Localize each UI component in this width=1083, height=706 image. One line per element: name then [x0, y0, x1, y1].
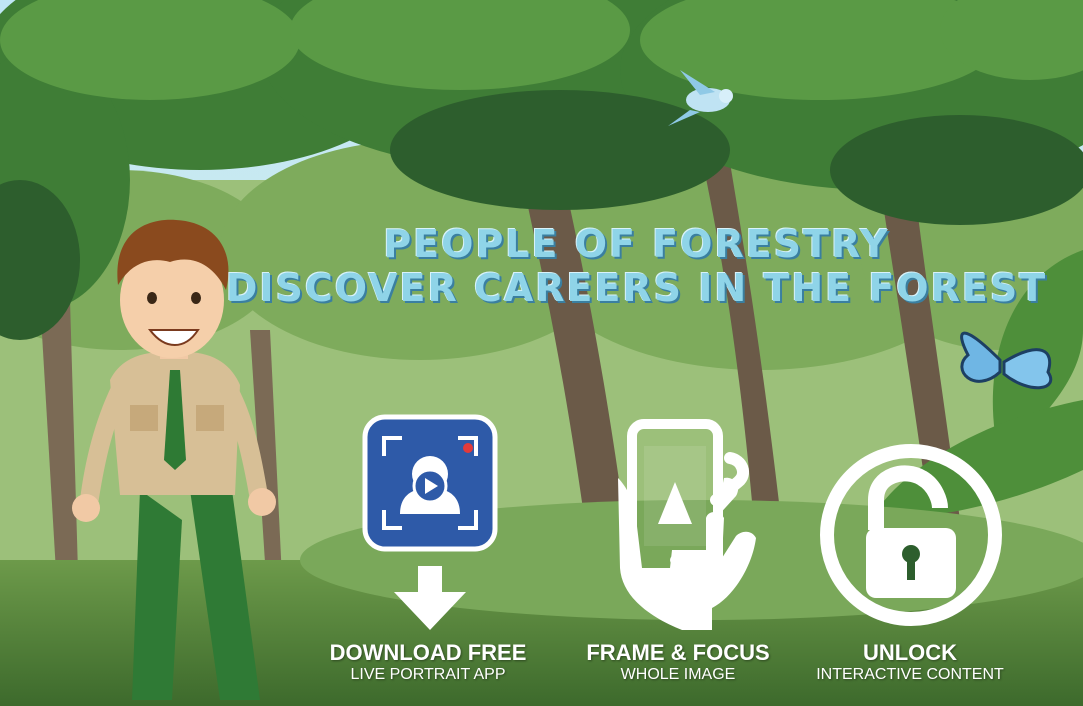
padlock-icon[interactable]: [818, 442, 1004, 628]
step-unlock-sub: INTERACTIVE CONTENT: [816, 666, 1004, 683]
step-download: DOWNLOAD FREE LIVE PORTRAIT APP: [313, 640, 543, 684]
download-arrow-icon: [394, 566, 466, 630]
page-title: PEOPLE OF FORESTRY: [383, 222, 890, 266]
step-frame: FRAME & FOCUS WHOLE IMAGE: [563, 640, 793, 684]
step-unlock-label: UNLOCK: [862, 640, 958, 665]
page-subtitle: DISCOVER CAREERS IN THE FOREST: [225, 266, 1048, 310]
step-download-sub: LIVE PORTRAIT APP: [350, 666, 506, 683]
step-frame-label: FRAME & FOCUS: [586, 640, 770, 665]
app-icon[interactable]: [362, 414, 498, 552]
step-frame-sub: WHOLE IMAGE: [620, 666, 736, 683]
phone-hand-icon: [618, 419, 756, 630]
step-download-label: DOWNLOAD FREE: [329, 640, 527, 665]
step-unlock: UNLOCK INTERACTIVE CONTENT: [795, 640, 1025, 684]
